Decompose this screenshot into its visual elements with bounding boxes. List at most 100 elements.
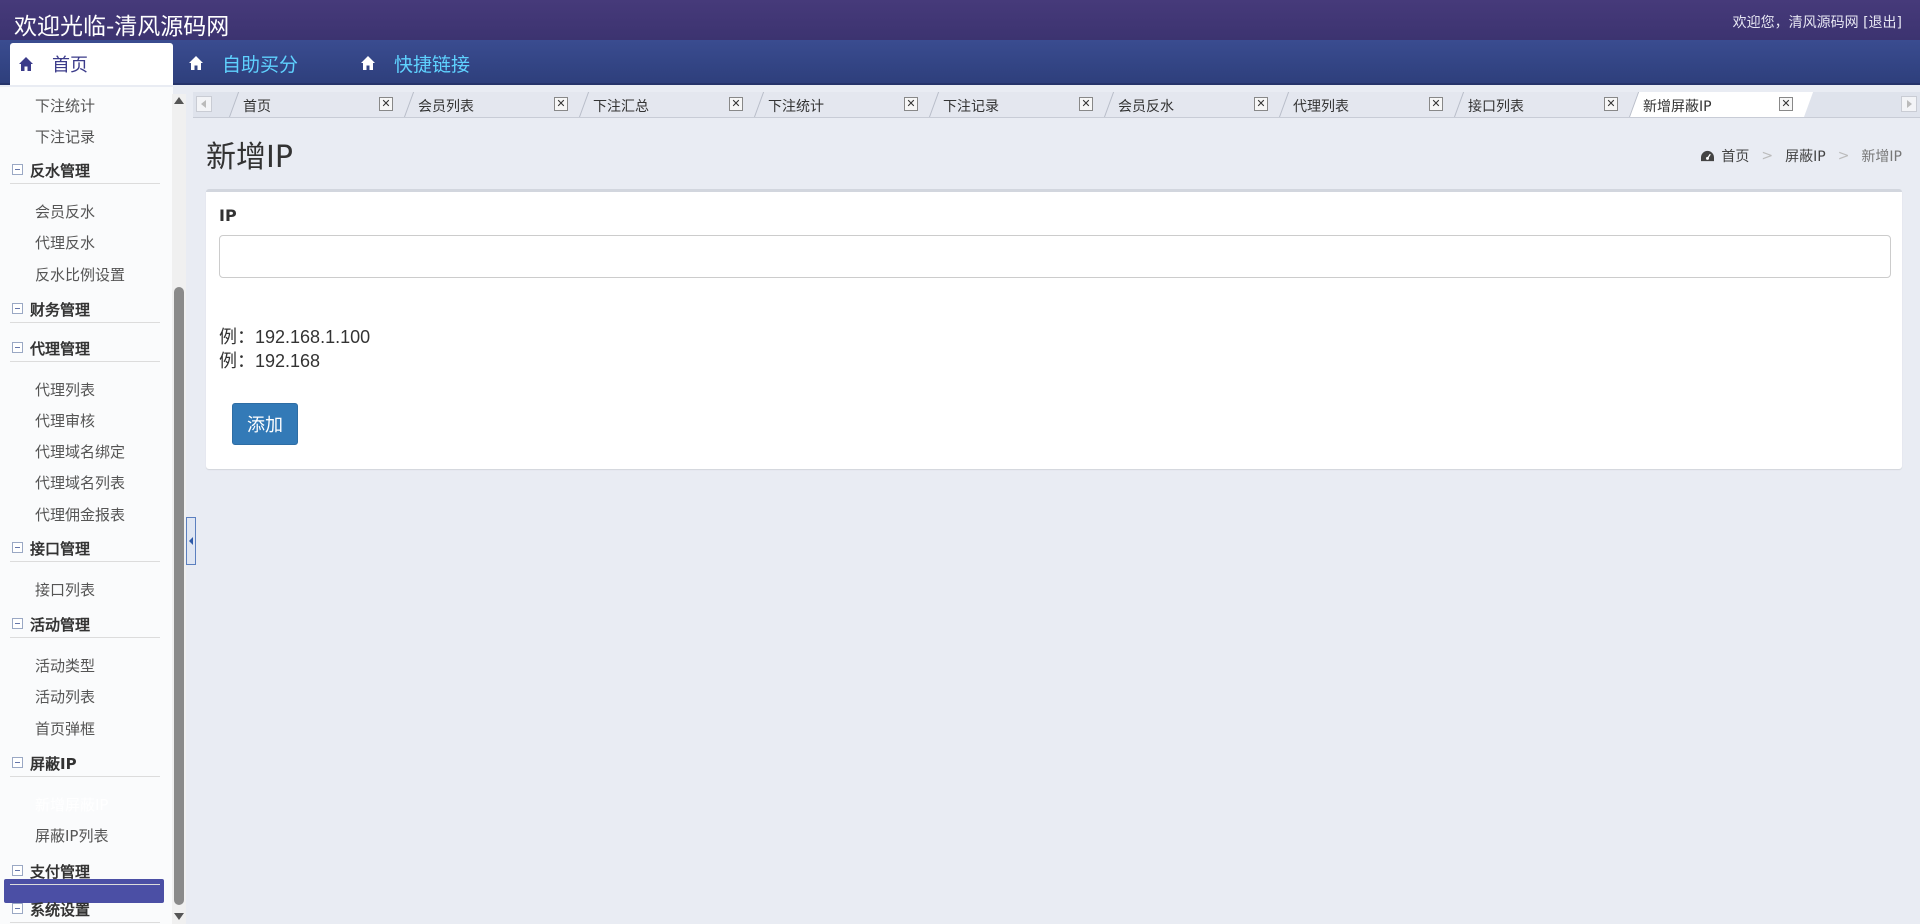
tab-label: 下注统计 — [768, 99, 824, 115]
sidebar-item-bet-records[interactable]: 下注记录 — [35, 126, 95, 147]
logout-link[interactable]: [退出] — [1863, 15, 1902, 31]
sidebar-item-blocked-ip-list[interactable]: 屏蔽IP列表 — [35, 825, 108, 846]
tab-label: 会员反水 — [1118, 99, 1174, 115]
tab-member-list[interactable]: 会员列表 ✕ — [404, 92, 589, 117]
tab-close-icon[interactable]: ✕ — [1079, 97, 1093, 111]
tab-close-icon[interactable]: ✕ — [379, 97, 393, 111]
sidebar-group-system-settings[interactable]: 系统设置 — [10, 897, 160, 923]
sidebar-item-agent-rebate[interactable]: 代理反水 — [35, 232, 95, 253]
page-title: 新增IP — [206, 140, 293, 175]
tab-label: 下注汇总 — [593, 99, 649, 115]
sidebar-item-activity-list[interactable]: 活动列表 — [35, 686, 95, 707]
tab-add-blocked-ip[interactable]: 新增屏蔽IP ✕ — [1629, 92, 1814, 117]
sidebar-item-agent-commission[interactable]: 代理佣金报表 — [35, 504, 125, 525]
collapse-icon — [12, 757, 23, 768]
ip-input[interactable] — [219, 235, 1891, 278]
sidebar-item-bet-stats[interactable]: 下注统计 — [35, 95, 95, 116]
tab-agent-list[interactable]: 代理列表 ✕ — [1279, 92, 1464, 117]
tab-close-icon[interactable]: ✕ — [1604, 97, 1618, 111]
sidebar-group-label: 反水管理 — [30, 162, 91, 180]
scrollbar-thumb[interactable] — [174, 287, 184, 905]
nav-home-tab[interactable]: 首页 — [10, 43, 173, 85]
scroll-up-arrow-icon[interactable] — [174, 97, 184, 104]
tab-close-icon[interactable]: ✕ — [554, 97, 568, 111]
breadcrumb-current: 新增IP — [1861, 149, 1902, 165]
sidebar-item-member-rebate[interactable]: 会员反水 — [35, 201, 95, 222]
scroll-down-arrow-icon[interactable] — [174, 913, 184, 920]
sidebar-item-api-list[interactable]: 接口列表 — [35, 579, 95, 600]
tab-label: 会员列表 — [418, 99, 474, 115]
breadcrumb-separator: > — [1837, 148, 1850, 164]
tab-close-icon[interactable]: ✕ — [1779, 97, 1793, 111]
tab-label: 新增屏蔽IP — [1643, 99, 1712, 115]
sidebar-group-label: 财务管理 — [30, 301, 91, 319]
breadcrumb-separator: > — [1761, 148, 1774, 164]
example-text: 例：192.168.1.100 — [219, 327, 371, 347]
sidebar-group-agent[interactable]: 代理管理 — [10, 336, 160, 362]
sidebar-collapse-toggle[interactable] — [186, 517, 196, 565]
tab-member-rebate[interactable]: 会员反水 ✕ — [1104, 92, 1289, 117]
collapse-icon — [12, 865, 23, 876]
sidebar-item-activity-types[interactable]: 活动类型 — [35, 655, 95, 676]
breadcrumb: 首页 > 屏蔽IP > 新增IP — [1700, 146, 1902, 166]
home-icon — [189, 56, 203, 70]
main-nav: 首页 自助买分 快捷链接 — [0, 40, 1920, 85]
tab-close-icon[interactable]: ✕ — [729, 97, 743, 111]
nav-item-label: 自助买分 — [222, 53, 299, 76]
tab-label: 代理列表 — [1293, 99, 1349, 115]
sidebar-group-label: 支付管理 — [30, 863, 91, 881]
tab-scroll-left-button[interactable] — [196, 96, 212, 112]
nav-item-label: 快捷链接 — [394, 53, 471, 76]
sidebar-item-home-popup[interactable]: 首页弹框 — [35, 718, 95, 739]
sidebar-item-agent-domain-list[interactable]: 代理域名列表 — [35, 472, 125, 493]
tab-scroll-right-button[interactable] — [1901, 96, 1917, 112]
top-header: 欢迎光临-清风源码网 欢迎您，清风源码网 [退出] — [0, 0, 1920, 40]
add-button[interactable]: 添加 — [232, 403, 298, 445]
welcome-area: 欢迎您，清风源码网 [退出] — [1733, 12, 1902, 32]
sidebar-group-rebate[interactable]: 反水管理 — [10, 158, 160, 184]
example-text: 例：192.168 — [219, 351, 321, 371]
dashboard-icon — [1701, 150, 1715, 161]
sidebar-group-payment[interactable]: 支付管理 — [10, 859, 160, 885]
sidebar-group-finance[interactable]: 财务管理 — [10, 297, 160, 323]
collapse-icon — [12, 618, 23, 629]
caret-left-icon — [201, 100, 206, 108]
tab-bet-summary[interactable]: 下注汇总 ✕ — [579, 92, 764, 117]
sidebar-group-api[interactable]: 接口管理 — [10, 536, 160, 562]
collapse-icon — [12, 542, 23, 553]
sidebar-item-add-blocked-ip[interactable]: 新增屏蔽IP — [35, 794, 108, 815]
sidebar-group-label: 接口管理 — [30, 540, 91, 558]
tab-close-icon[interactable]: ✕ — [904, 97, 918, 111]
tab-home[interactable]: 首页 ✕ — [229, 92, 414, 117]
sidebar: 下注统计 下注记录 反水管理 会员反水 代理反水 反水比例设置 财务管理 代理管… — [0, 87, 173, 924]
sidebar-item-agent-list[interactable]: 代理列表 — [35, 379, 95, 400]
collapse-icon — [12, 303, 23, 314]
collapse-icon — [12, 903, 23, 914]
home-icon — [361, 56, 375, 70]
ip-field-label: IP — [219, 206, 237, 225]
sidebar-item-rebate-ratio[interactable]: 反水比例设置 — [35, 264, 125, 285]
tab-bet-stats[interactable]: 下注统计 ✕ — [754, 92, 939, 117]
tab-bet-records[interactable]: 下注记录 ✕ — [929, 92, 1114, 117]
sidebar-group-block-ip[interactable]: 屏蔽IP — [10, 751, 160, 777]
sidebar-item-agent-review[interactable]: 代理审核 — [35, 410, 95, 431]
tab-close-icon[interactable]: ✕ — [1429, 97, 1443, 111]
form-panel: IP 例：192.168.1.100 例：192.168 添加 — [206, 189, 1902, 469]
nav-item-buy-points[interactable]: 自助买分 — [188, 49, 298, 77]
sidebar-group-activity[interactable]: 活动管理 — [10, 612, 160, 638]
tab-strip: 首页 ✕ 会员列表 ✕ 下注汇总 ✕ 下注统计 ✕ 下注记录 ✕ 会员反水 ✕ … — [193, 92, 1920, 118]
tab-label: 接口列表 — [1468, 99, 1524, 115]
welcome-text: 欢迎您，清风源码网 — [1732, 15, 1859, 31]
collapse-icon — [12, 342, 23, 353]
tab-api-list[interactable]: 接口列表 ✕ — [1454, 92, 1639, 117]
tab-label: 首页 — [243, 99, 271, 115]
sidebar-item-agent-domain-bind[interactable]: 代理域名绑定 — [35, 441, 125, 462]
sidebar-group-label: 代理管理 — [30, 340, 91, 358]
nav-item-quick-links[interactable]: 快捷链接 — [360, 49, 470, 77]
tab-label: 下注记录 — [943, 99, 999, 115]
breadcrumb-block-ip[interactable]: 屏蔽IP — [1785, 146, 1826, 166]
breadcrumb-home[interactable]: 首页 — [1721, 146, 1749, 166]
tab-close-icon[interactable]: ✕ — [1254, 97, 1268, 111]
home-icon — [19, 57, 33, 71]
sidebar-scrollbar[interactable] — [172, 94, 186, 924]
